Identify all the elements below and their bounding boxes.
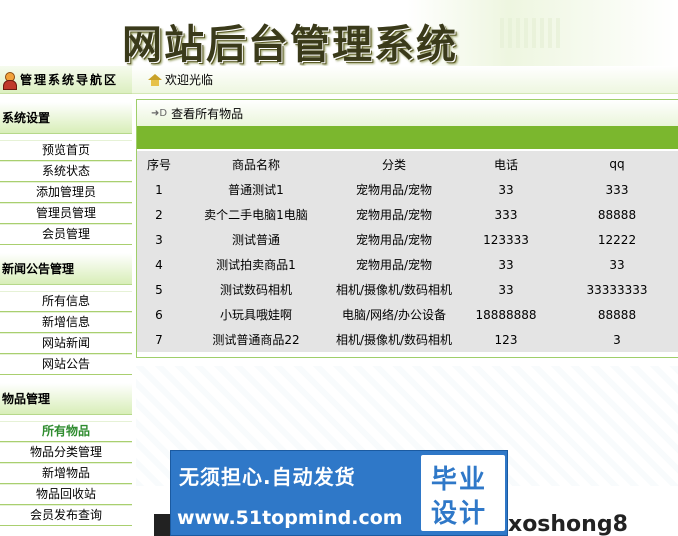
- sidebar-item[interactable]: 物品分类管理: [0, 442, 132, 463]
- sidebar-item[interactable]: 所有信息: [0, 291, 132, 312]
- sidebar-item[interactable]: 新增物品: [0, 463, 132, 484]
- nav-list: 所有物品 物品分类管理 新增物品 物品回收站 会员发布查询: [0, 421, 132, 526]
- watermark-url: www.51topmind.com: [177, 507, 403, 529]
- table-row[interactable]: 7 测试普通商品22 相机/摄像机/数码相机 123 3: [137, 327, 678, 352]
- sidebar-header: 管理系统导航区: [0, 66, 132, 94]
- table-header-row: 序号 商品名称 分类 电话 qq: [137, 151, 678, 177]
- table-cell: 测试普通: [231, 233, 280, 247]
- watermark-text-area: 无须担心.自动发货 www.51topmind.com: [171, 451, 419, 536]
- table-cell: 33: [609, 257, 625, 272]
- nav-list: 预览首页 系统状态 添加管理员 管理员管理 会员管理: [0, 140, 132, 245]
- sidebar-item[interactable]: 预览首页: [0, 140, 132, 161]
- column-header-qq: qq: [609, 157, 625, 171]
- table-cell: 12222: [597, 232, 637, 247]
- sidebar-heading: 管理系统导航区: [20, 73, 119, 87]
- table-cell: 测试拍卖商品1: [216, 258, 296, 272]
- watermark-trailing-text: xoshong8: [508, 512, 628, 536]
- table-cell: 宠物用品/宠物: [355, 258, 433, 272]
- table-cell: 88888: [597, 307, 637, 322]
- sidebar-item[interactable]: 添加管理员: [0, 182, 132, 203]
- watermark-badge: 毕业 设计: [421, 455, 505, 531]
- nav-group-title[interactable]: 新闻公告管理: [0, 253, 132, 285]
- site-title: 网站后台管理系统: [122, 21, 458, 68]
- table-cell: 测试数码相机: [219, 283, 292, 297]
- column-header-category: 分类: [381, 157, 406, 172]
- table-cell: 普通测试1: [228, 183, 284, 197]
- sidebar-item[interactable]: 系统状态: [0, 161, 132, 182]
- watermark-banner: 无须担心.自动发货 www.51topmind.com 毕业 设计: [170, 450, 508, 536]
- header-decoration: [500, 18, 560, 48]
- nav-list: 所有信息 新增信息 网站新闻 网站公告: [0, 291, 132, 375]
- table-cell: 1: [155, 182, 163, 197]
- table-row[interactable]: 3 测试普通 宠物用品/宠物 123333 12222: [137, 227, 678, 252]
- table-cell: 宠物用品/宠物: [355, 183, 433, 197]
- table-cell: 33333333: [586, 282, 648, 297]
- table-row[interactable]: 6 小玩具哦娃啊 电脑/网络/办公设备 18888888 88888: [137, 302, 678, 327]
- table-cell: 88888: [597, 207, 637, 222]
- table-cell: 小玩具哦娃啊: [219, 308, 292, 322]
- column-header-name: 商品名称: [231, 157, 280, 172]
- sidebar-item[interactable]: 所有物品: [0, 421, 132, 442]
- table-row[interactable]: 1 普通测试1 宠物用品/宠物 33 333: [137, 177, 678, 202]
- table-row[interactable]: 4 测试拍卖商品1 宠物用品/宠物 33 33: [137, 252, 678, 277]
- watermark-badge-line2: 设计: [431, 499, 488, 529]
- items-panel: ➜D 查看所有物品 序号 商品名称 分类 电话 qq 1 普通测试1 宠物用品/宠物…: [136, 99, 678, 358]
- table-cell: 相机/摄像机/数码相机: [335, 333, 453, 347]
- table-cell: 33: [498, 282, 514, 297]
- nav-group-title[interactable]: 物品管理: [0, 383, 132, 415]
- sidebar-item[interactable]: 会员管理: [0, 224, 132, 245]
- watermark-badge-line1: 毕业: [431, 465, 488, 495]
- table-cell: 7: [155, 332, 163, 347]
- panel-header: ➜D 查看所有物品: [137, 100, 678, 126]
- table-body: 1 普通测试1 宠物用品/宠物 33 333 2 卖个二手电脑1电脑 宠物用品/宠物 333 88…: [137, 177, 678, 352]
- sidebar-item[interactable]: 网站新闻: [0, 333, 132, 354]
- table-cell: 宠物用品/宠物: [355, 233, 433, 247]
- table-cell: 2: [155, 207, 163, 222]
- table-cell: 33: [498, 257, 514, 272]
- home-icon[interactable]: [148, 73, 162, 86]
- sidebar-item[interactable]: 物品回收站: [0, 484, 132, 505]
- nav-group-title[interactable]: 系统设置: [0, 102, 132, 134]
- table-cell: 5: [155, 282, 163, 297]
- welcome-text: 欢迎光临: [165, 73, 214, 87]
- table-cell: 3: [613, 332, 621, 347]
- column-header-phone: 电话: [493, 157, 518, 172]
- panel-toolbar-band: [137, 126, 678, 149]
- table-cell: 卖个二手电脑1电脑: [204, 208, 308, 222]
- sidebar-item[interactable]: 管理员管理: [0, 203, 132, 224]
- table-cell: 测试普通商品22: [212, 333, 300, 347]
- nav-groups: 系统设置预览首页 系统状态 添加管理员 管理员管理 会员管理新闻公告管理所有信息 新增信息…: [0, 102, 132, 526]
- table-cell: 宠物用品/宠物: [355, 208, 433, 222]
- table-cell: 3: [155, 232, 163, 247]
- watermark-fragment: [154, 514, 170, 536]
- arrow-right-icon: ➜D: [151, 107, 168, 119]
- sidebar: 管理系统导航区 系统设置预览首页 系统状态 添加管理员 管理员管理 会员管理新闻公告管理…: [0, 66, 132, 536]
- table-cell: 123: [494, 332, 518, 347]
- table-cell: 相机/摄像机/数码相机: [335, 283, 453, 297]
- table-cell: 4: [155, 257, 163, 272]
- table-cell: 33: [498, 182, 514, 197]
- table-row[interactable]: 5 测试数码相机 相机/摄像机/数码相机 33 33333333: [137, 277, 678, 302]
- table-cell: 6: [155, 307, 163, 322]
- table-cell: 电脑/网络/办公设备: [341, 308, 447, 322]
- column-header-id: 序号: [146, 157, 171, 172]
- panel-title: 查看所有物品: [171, 106, 244, 121]
- sidebar-item[interactable]: 新增信息: [0, 312, 132, 333]
- table-cell: 333: [494, 207, 518, 222]
- table-cell: 123333: [483, 232, 529, 247]
- table-cell: 333: [605, 182, 629, 197]
- table-cell: 18888888: [475, 307, 537, 322]
- watermark-slogan: 无须担心.自动发货: [179, 465, 356, 489]
- welcome-bar: 欢迎光临: [132, 66, 678, 94]
- user-icon: [2, 71, 17, 90]
- sidebar-item[interactable]: 网站公告: [0, 354, 132, 375]
- items-table: 序号 商品名称 分类 电话 qq 1 普通测试1 宠物用品/宠物 33 333 2 卖个二手…: [137, 151, 678, 352]
- sidebar-item[interactable]: 会员发布查询: [0, 505, 132, 526]
- table-row[interactable]: 2 卖个二手电脑1电脑 宠物用品/宠物 333 88888: [137, 202, 678, 227]
- header-banner: 网站后台管理系统: [0, 0, 678, 68]
